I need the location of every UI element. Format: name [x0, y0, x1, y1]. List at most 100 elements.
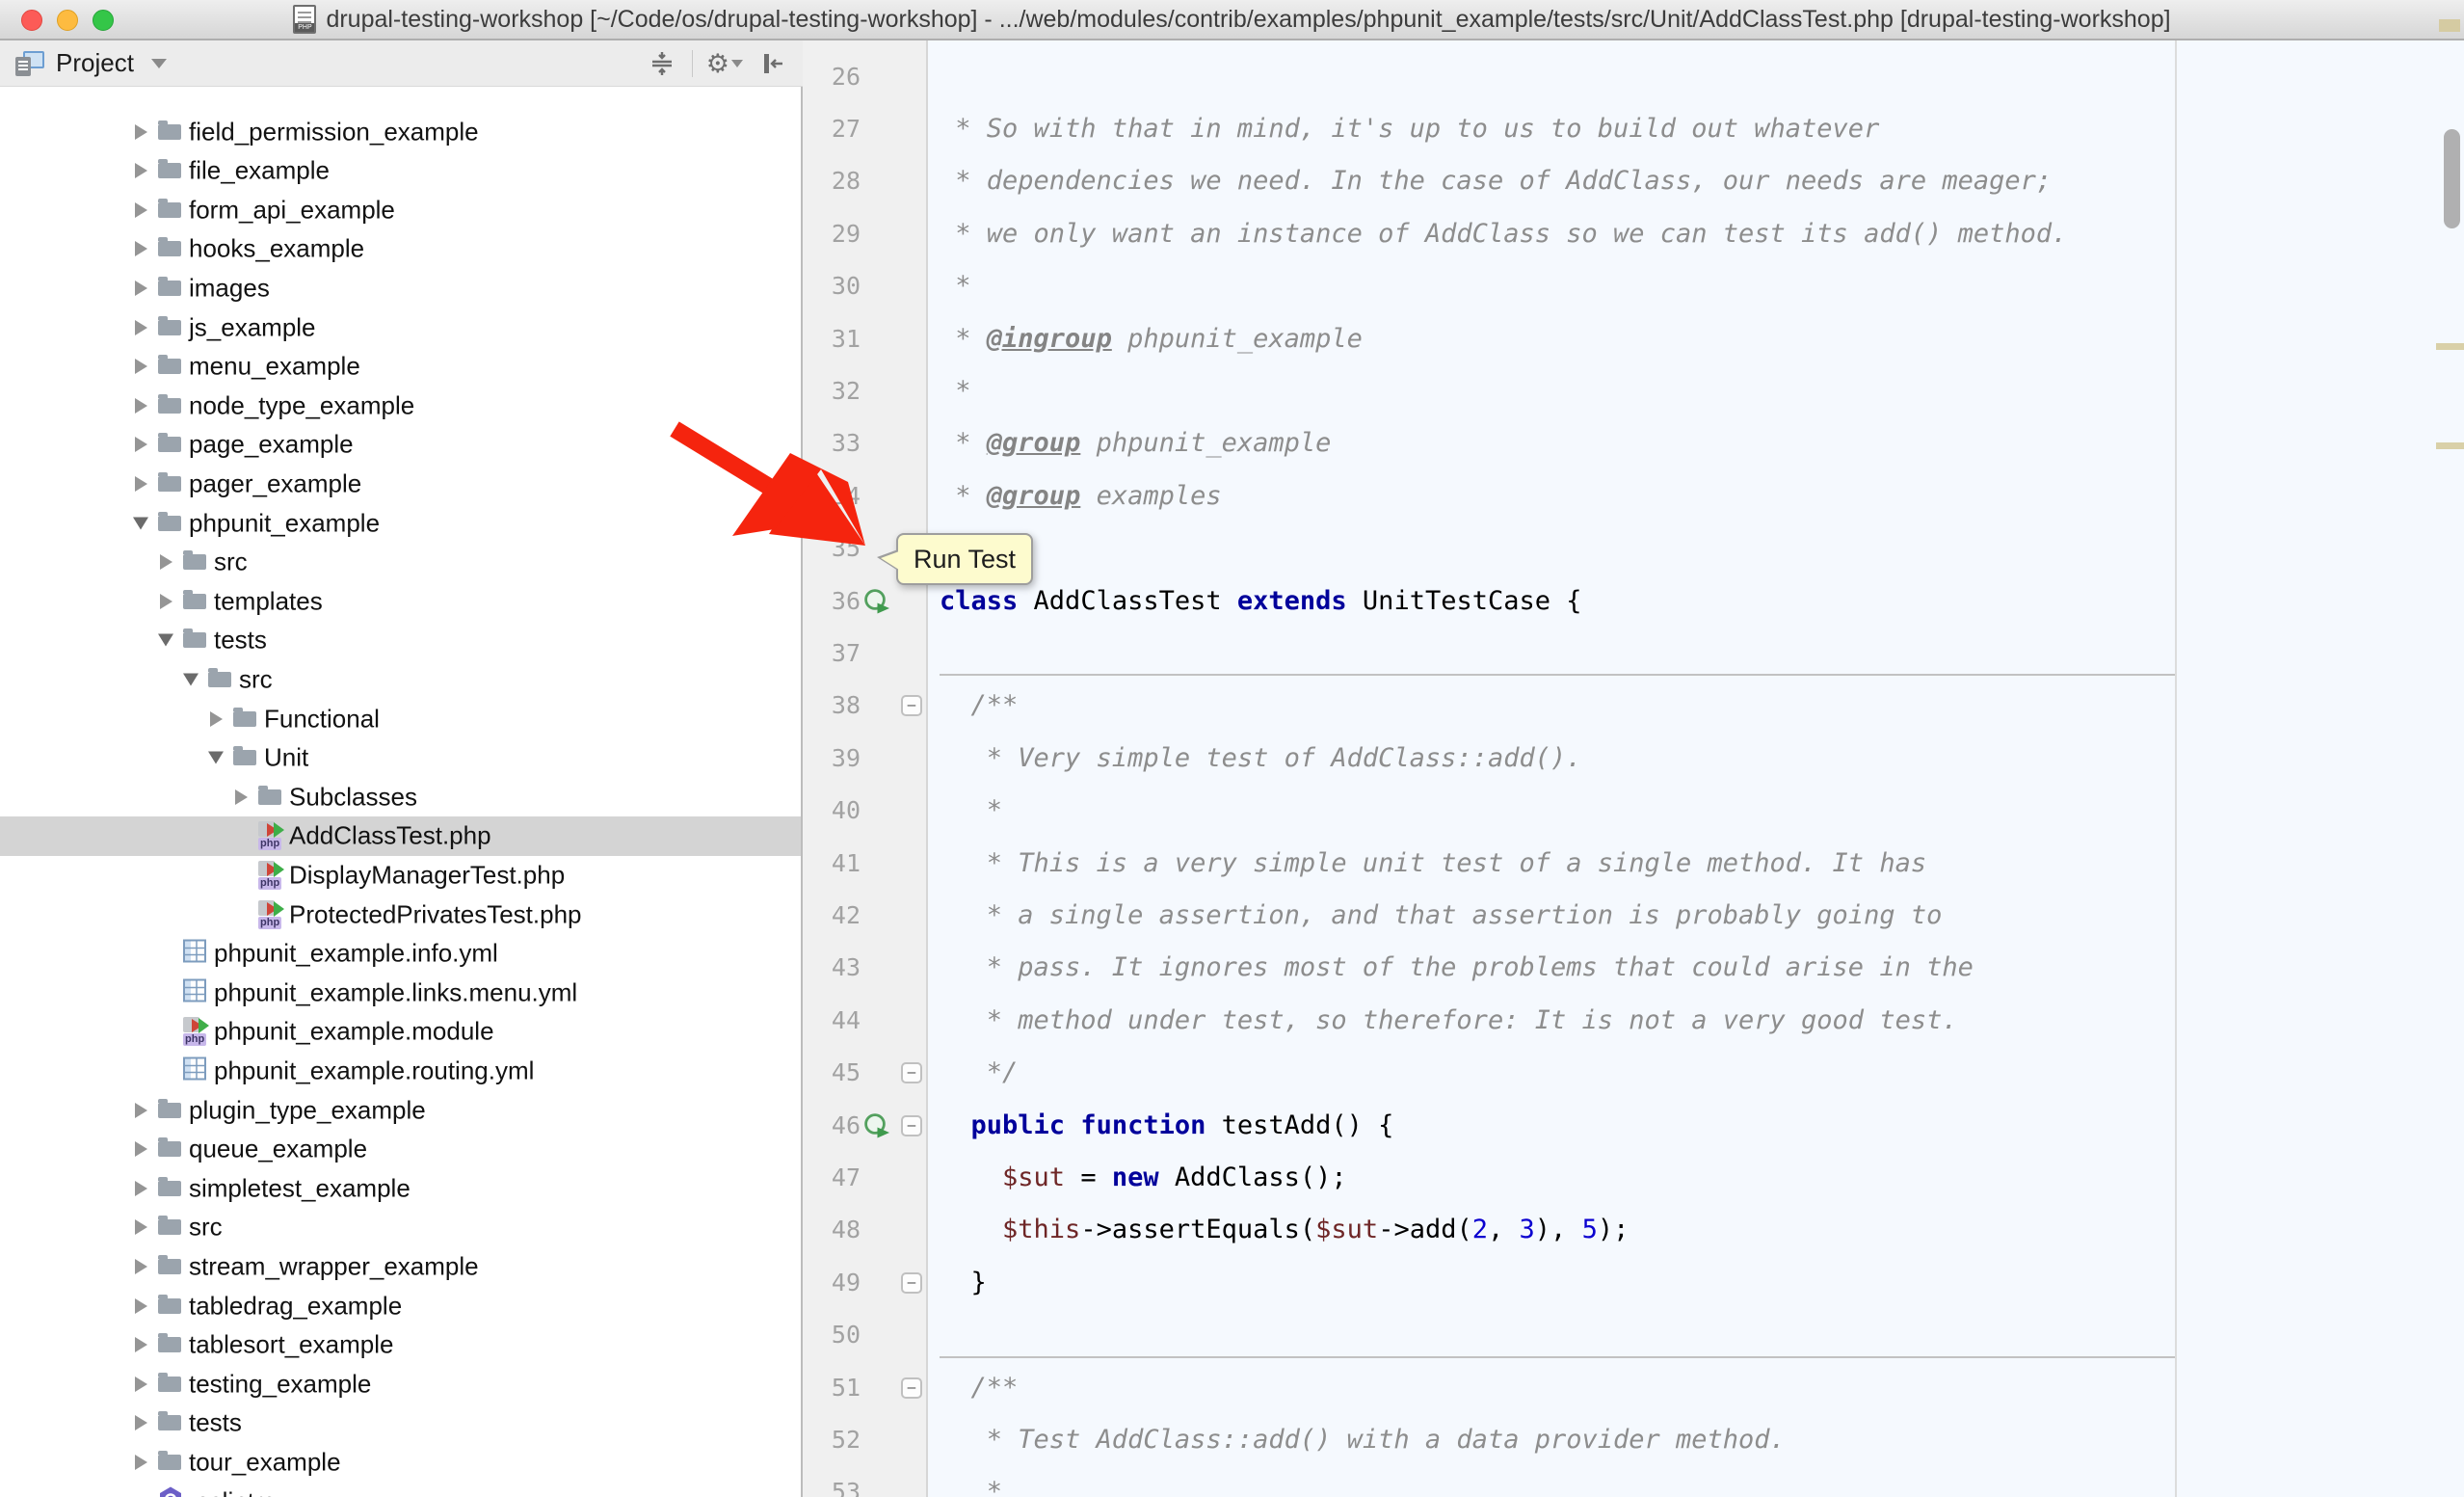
chevron-right-icon[interactable]: [160, 554, 172, 570]
code-line[interactable]: * a single assertion, and that assertion…: [940, 890, 1942, 942]
settings-gear-icon[interactable]: ⚙: [706, 51, 743, 77]
code-line[interactable]: $this->assertEquals($sut->add(2, 3), 5);: [940, 1204, 1629, 1256]
chevron-expanded-icon[interactable]: [183, 673, 199, 685]
chevron-right-icon[interactable]: [135, 398, 147, 414]
fold-marker-icon[interactable]: −: [901, 695, 922, 716]
chevron-right-icon[interactable]: [135, 241, 147, 256]
tree-item-tests[interactable]: tests: [0, 1403, 802, 1443]
hide-panel-icon[interactable]: [756, 47, 789, 80]
tree-item-stream-wrapper-example[interactable]: stream_wrapper_example: [0, 1246, 802, 1286]
tree-item-tour-example[interactable]: tour_example: [0, 1442, 802, 1482]
tree-item-file-example[interactable]: file_example: [0, 151, 802, 191]
tree-item-subclasses[interactable]: Subclasses: [0, 777, 802, 816]
editor-scrollbar-thumb[interactable]: [2444, 129, 2460, 228]
code-line[interactable]: }: [940, 1257, 987, 1309]
tree-item-unit[interactable]: Unit: [0, 738, 802, 778]
tree-item-menu-example[interactable]: menu_example: [0, 347, 802, 387]
code-line[interactable]: *: [940, 260, 971, 312]
code-line[interactable]: * we only want an instance of AddClass s…: [940, 208, 2067, 260]
chevron-expanded-icon[interactable]: [133, 517, 148, 529]
tree-item-tablesort-example[interactable]: tablesort_example: [0, 1325, 802, 1365]
fold-marker-icon[interactable]: −: [901, 1272, 922, 1294]
chevron-right-icon[interactable]: [135, 476, 147, 492]
tree-item-tabledrag-example[interactable]: tabledrag_example: [0, 1286, 802, 1325]
tree-item-simpletest-example[interactable]: simpletest_example: [0, 1168, 802, 1208]
minimize-window-button[interactable]: [57, 10, 78, 31]
chevron-right-icon[interactable]: [210, 711, 223, 727]
chevron-right-icon[interactable]: [135, 1219, 147, 1235]
close-window-button[interactable]: [21, 10, 42, 31]
chevron-right-icon[interactable]: [135, 1103, 147, 1118]
code-line[interactable]: $sut = new AddClass();: [940, 1152, 1347, 1204]
code-line[interactable]: *: [940, 1466, 1002, 1497]
code-line[interactable]: /**: [940, 1362, 1018, 1414]
scroll-from-source-icon[interactable]: [646, 47, 678, 80]
tree-item--eslintrc[interactable]: .eslintrc: [0, 1482, 802, 1497]
chevron-down-icon[interactable]: [151, 59, 167, 68]
chevron-right-icon[interactable]: [135, 1259, 147, 1274]
code-line[interactable]: * Test AddClass::add() with a data provi…: [940, 1414, 1786, 1466]
code-line[interactable]: * @group phpunit_example: [940, 417, 1331, 469]
code-line[interactable]: public function testAdd() {: [940, 1100, 1393, 1152]
tree-item-phpunit-example-links-menu-yml[interactable]: phpunit_example.links.menu.yml: [0, 973, 802, 1012]
run-test-gutter-icon[interactable]: [863, 1112, 892, 1141]
chevron-right-icon[interactable]: [135, 1141, 147, 1157]
tree-item-displaymanagertest-php[interactable]: phpDisplayManagerTest.php: [0, 855, 802, 895]
tree-item-plugin-type-example[interactable]: plugin_type_example: [0, 1090, 802, 1130]
chevron-expanded-icon[interactable]: [208, 752, 224, 764]
error-stripe-mark[interactable]: [2436, 343, 2464, 350]
tree-item-phpunit-example-routing-yml[interactable]: phpunit_example.routing.yml: [0, 1051, 802, 1090]
chevron-right-icon[interactable]: [135, 1298, 147, 1314]
tree-item-addclasstest-php[interactable]: phpAddClassTest.php: [0, 816, 802, 856]
chevron-right-icon[interactable]: [135, 1415, 147, 1430]
code-line[interactable]: * dependencies we need. In the case of A…: [940, 155, 2052, 207]
chevron-right-icon[interactable]: [135, 320, 147, 335]
chevron-right-icon[interactable]: [135, 281, 147, 296]
fold-marker-icon[interactable]: −: [901, 1062, 922, 1083]
tree-item-page-example[interactable]: page_example: [0, 425, 802, 465]
tree-item-phpunit-example[interactable]: phpunit_example: [0, 503, 802, 543]
tree-item-pager-example[interactable]: pager_example: [0, 464, 802, 503]
chevron-right-icon[interactable]: [135, 359, 147, 374]
chevron-expanded-icon[interactable]: [158, 634, 173, 647]
tree-item-field-permission-example[interactable]: field_permission_example: [0, 112, 802, 151]
tree-item-functional[interactable]: Functional: [0, 699, 802, 738]
code-line[interactable]: * Very simple test of AddClass::add().: [940, 733, 1581, 785]
code-line[interactable]: * @group examples: [940, 470, 1222, 522]
chevron-right-icon[interactable]: [235, 789, 248, 805]
tree-item-testing-example[interactable]: testing_example: [0, 1364, 802, 1403]
zoom-window-button[interactable]: [93, 10, 114, 31]
error-stripe-mark[interactable]: [2436, 442, 2464, 449]
chevron-right-icon[interactable]: [135, 202, 147, 218]
code-line[interactable]: *: [940, 785, 1002, 837]
chevron-right-icon[interactable]: [160, 594, 172, 609]
tree-item-src[interactable]: src: [0, 659, 802, 699]
tree-item-phpunit-example-module[interactable]: phpphpunit_example.module: [0, 1012, 802, 1052]
code-line[interactable]: * method under test, so therefore: It is…: [940, 995, 1958, 1047]
code-line[interactable]: /**: [940, 680, 1018, 732]
tree-item-phpunit-example-info-yml[interactable]: phpunit_example.info.yml: [0, 934, 802, 974]
tree-item-form-api-example[interactable]: form_api_example: [0, 190, 802, 229]
tree-item-queue-example[interactable]: queue_example: [0, 1130, 802, 1169]
tree-item-protectedprivatestest-php[interactable]: phpProtectedPrivatesTest.php: [0, 895, 802, 934]
code-line[interactable]: * So with that in mind, it's up to us to…: [940, 103, 1879, 155]
code-line[interactable]: * pass. It ignores most of the problems …: [940, 942, 1974, 994]
tree-item-src[interactable]: src: [0, 1208, 802, 1247]
tree-item-js-example[interactable]: js_example: [0, 307, 802, 347]
tree-item-tests[interactable]: tests: [0, 621, 802, 660]
code-line[interactable]: */: [940, 1047, 1018, 1099]
tree-item-src[interactable]: src: [0, 543, 802, 582]
tree-item-images[interactable]: images: [0, 268, 802, 307]
chevron-right-icon[interactable]: [135, 1181, 147, 1196]
chevron-right-icon[interactable]: [135, 1337, 147, 1352]
tree-item-node-type-example[interactable]: node_type_example: [0, 386, 802, 425]
fold-marker-icon[interactable]: −: [901, 1115, 922, 1136]
chevron-right-icon[interactable]: [135, 1377, 147, 1392]
tree-item-hooks-example[interactable]: hooks_example: [0, 229, 802, 269]
code-line[interactable]: *: [940, 365, 971, 417]
chevron-right-icon[interactable]: [135, 1455, 147, 1470]
chevron-right-icon[interactable]: [135, 124, 147, 140]
code-line[interactable]: * This is a very simple unit test of a s…: [940, 838, 1926, 890]
fold-marker-icon[interactable]: −: [901, 1377, 922, 1399]
run-test-gutter-icon[interactable]: [863, 588, 892, 617]
